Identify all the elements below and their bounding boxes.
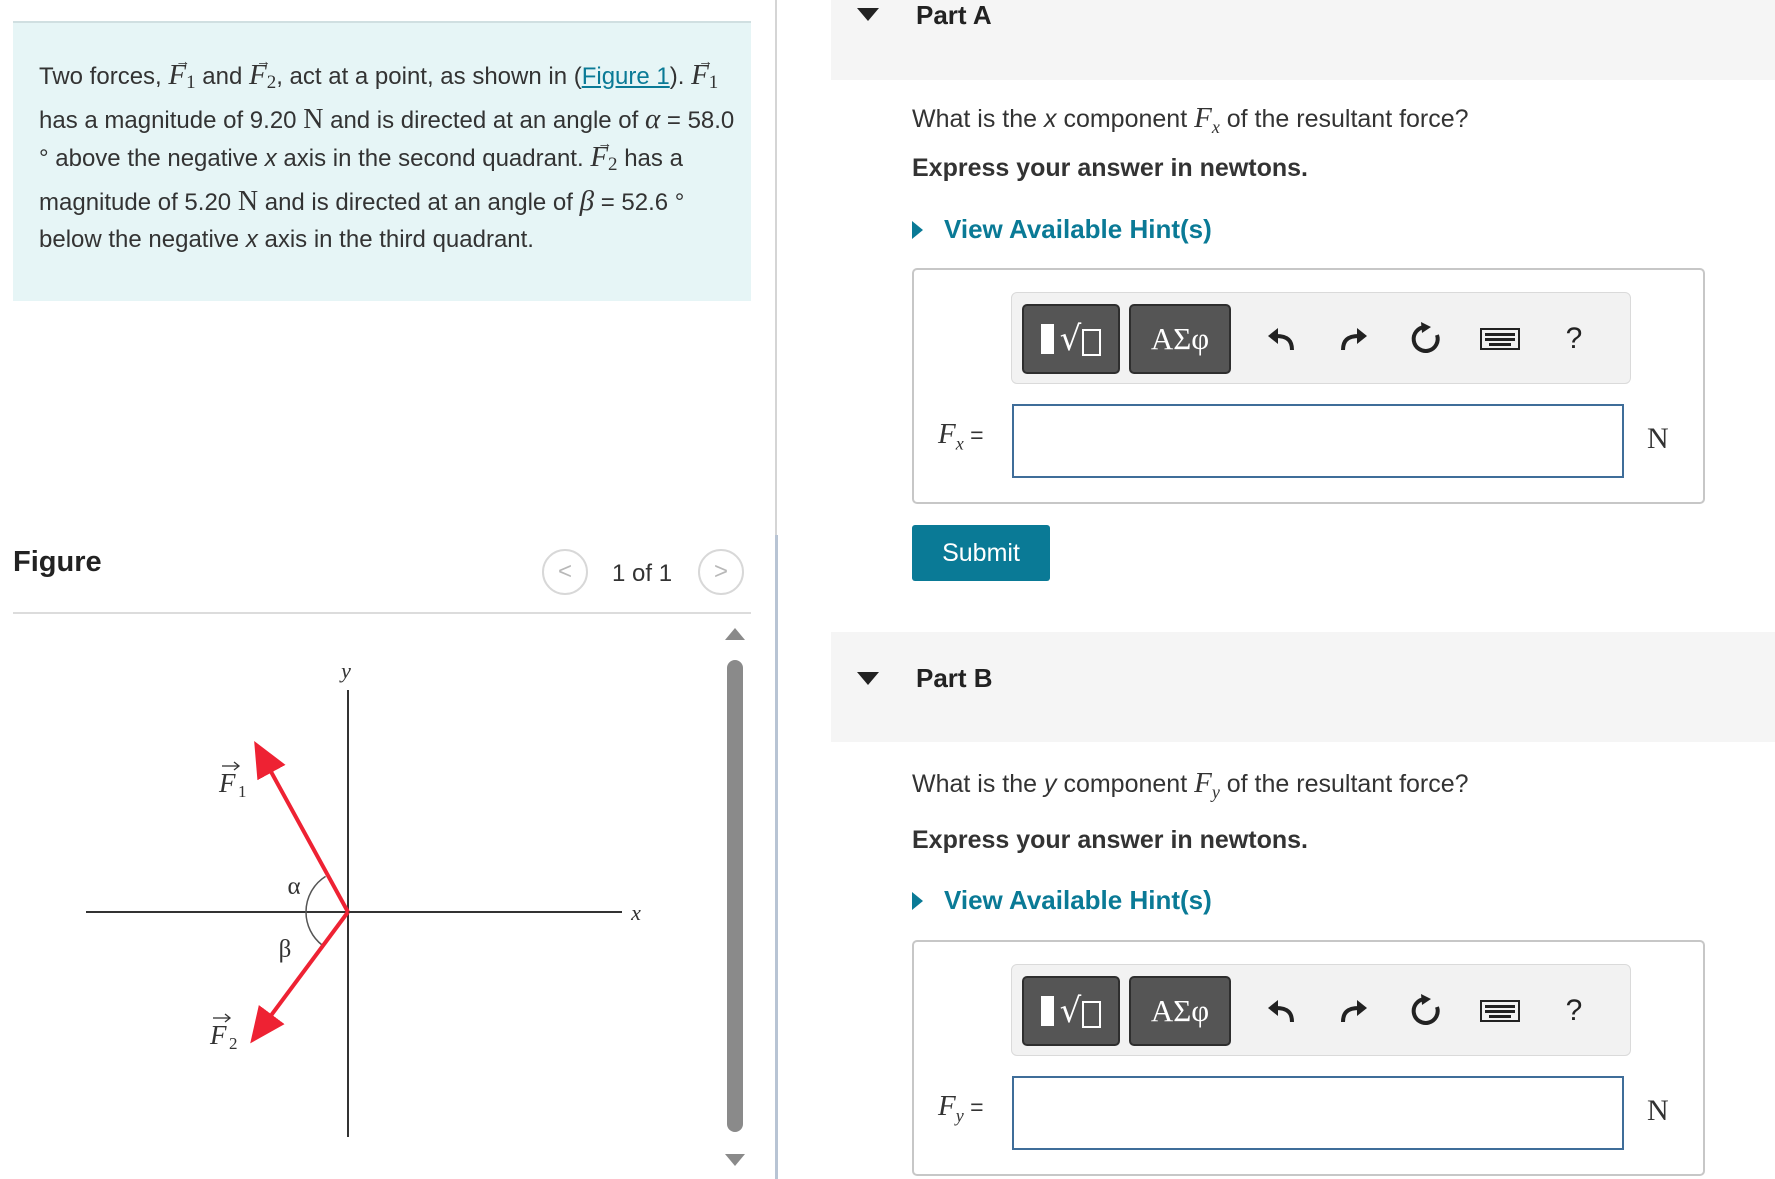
collapse-triangle-icon[interactable] <box>857 8 879 21</box>
svg-text:2: 2 <box>229 1034 238 1053</box>
scroll-up-arrow-icon[interactable] <box>723 626 747 642</box>
part-b-hint-link[interactable]: View Available Hint(s) <box>912 885 1212 916</box>
part-b-title: Part B <box>916 663 993 693</box>
chevron-left-icon: < <box>557 558 572 585</box>
figure-next-button[interactable]: > <box>698 549 744 595</box>
expand-triangle-icon <box>912 220 923 239</box>
redo-icon[interactable] <box>1332 317 1376 361</box>
keyboard-icon[interactable] <box>1478 317 1522 361</box>
alpha-arc <box>305 875 327 913</box>
x-axis-label: x <box>630 900 641 925</box>
part-b-answer-label: Fy = <box>938 1090 984 1126</box>
problem-text: Two forces, F1 and F2, act at a point, a… <box>39 44 739 258</box>
svg-text:F: F <box>209 1020 227 1050</box>
f2-arrow <box>250 910 350 1044</box>
part-a-title: Part A <box>916 0 992 30</box>
greek-symbols-button[interactable]: ΑΣφ <box>1129 304 1231 374</box>
part-a-unit-label: N <box>1647 422 1669 455</box>
part-a-math-toolbar: √ ΑΣφ ? <box>1011 292 1631 384</box>
f1-arrow <box>254 740 350 913</box>
templates-button[interactable]: √ <box>1022 304 1120 374</box>
part-b-header[interactable]: Part B <box>831 632 1775 742</box>
part-b-answer-input[interactable] <box>1012 1076 1624 1150</box>
force-diagram: y x α β F 1 F 2 <box>86 658 641 1137</box>
part-a-question: What is the x component Fx of the result… <box>912 102 1469 137</box>
beta-label: β <box>279 936 292 963</box>
beta-symbol: β <box>579 185 595 217</box>
cursor-block-icon <box>1040 996 1054 1026</box>
part-a-header[interactable]: Part A <box>831 0 1775 80</box>
part-a-answer-box: √ ΑΣφ ? Fx = N <box>912 268 1705 504</box>
scroll-down-arrow-icon[interactable] <box>723 1152 747 1168</box>
part-b-unit-label: N <box>1647 1094 1669 1127</box>
reset-icon[interactable] <box>1405 989 1449 1033</box>
figure-scrollbar-thumb[interactable] <box>727 660 743 1132</box>
f1-label: F 1 <box>218 761 247 801</box>
alpha-symbol: α <box>644 103 661 135</box>
problem-statement: Two forces, F1 and F2, act at a point, a… <box>13 21 751 301</box>
reset-icon[interactable] <box>1405 317 1449 361</box>
figure-counter: 1 of 1 <box>612 560 673 587</box>
keyboard-icon[interactable] <box>1478 989 1522 1033</box>
sqrt-icon: √ <box>1059 991 1082 1031</box>
greek-symbols-button[interactable]: ΑΣφ <box>1129 976 1231 1046</box>
part-b-question: What is the y component Fy of the result… <box>912 767 1469 802</box>
newton-unit: N <box>303 104 324 135</box>
figure-link[interactable]: Figure 1 <box>582 63 670 90</box>
undo-icon[interactable] <box>1259 317 1303 361</box>
redo-icon[interactable] <box>1332 989 1376 1033</box>
figure-divider <box>13 612 751 614</box>
templates-button[interactable]: √ <box>1022 976 1120 1046</box>
placeholder-box-icon <box>1082 328 1102 356</box>
alpha-label: α <box>287 873 300 900</box>
part-b-instruction: Express your answer in newtons. <box>912 826 1308 854</box>
f1-vector-symbol: F1 <box>691 44 718 101</box>
help-icon[interactable]: ? <box>1552 317 1596 361</box>
f2-vector-symbol: F2 <box>249 44 276 101</box>
figure-title: Figure <box>13 546 102 578</box>
undo-icon[interactable] <box>1259 989 1303 1033</box>
f2-label: F 2 <box>209 1013 238 1053</box>
beta-arc <box>305 911 323 946</box>
part-a-submit-button[interactable]: Submit <box>912 525 1050 581</box>
expand-triangle-icon <box>912 891 923 910</box>
f1-vector-symbol: F1 <box>168 44 195 101</box>
newton-unit: N <box>237 186 259 217</box>
collapse-triangle-icon[interactable] <box>857 672 879 685</box>
cursor-block-icon <box>1040 324 1054 354</box>
part-a-answer-input[interactable] <box>1012 404 1624 478</box>
y-axis-label: y <box>339 658 351 683</box>
part-a-hint-link[interactable]: View Available Hint(s) <box>912 214 1212 245</box>
pane-divider-handle[interactable] <box>775 535 778 1179</box>
svg-text:F: F <box>218 768 236 798</box>
part-a-instruction: Express your answer in newtons. <box>912 154 1308 182</box>
svg-text:1: 1 <box>238 782 247 801</box>
figure-prev-button[interactable]: < <box>542 549 588 595</box>
part-b-answer-box: √ ΑΣφ ? Fy = N <box>912 940 1705 1176</box>
placeholder-box-icon <box>1082 1000 1102 1028</box>
part-b-math-toolbar: √ ΑΣφ ? <box>1011 964 1631 1056</box>
sqrt-icon: √ <box>1059 319 1082 359</box>
part-a-answer-label: Fx = <box>938 418 984 454</box>
chevron-right-icon: > <box>713 558 728 585</box>
f2-vector-symbol: F2 <box>590 126 617 183</box>
help-icon[interactable]: ? <box>1552 989 1596 1033</box>
